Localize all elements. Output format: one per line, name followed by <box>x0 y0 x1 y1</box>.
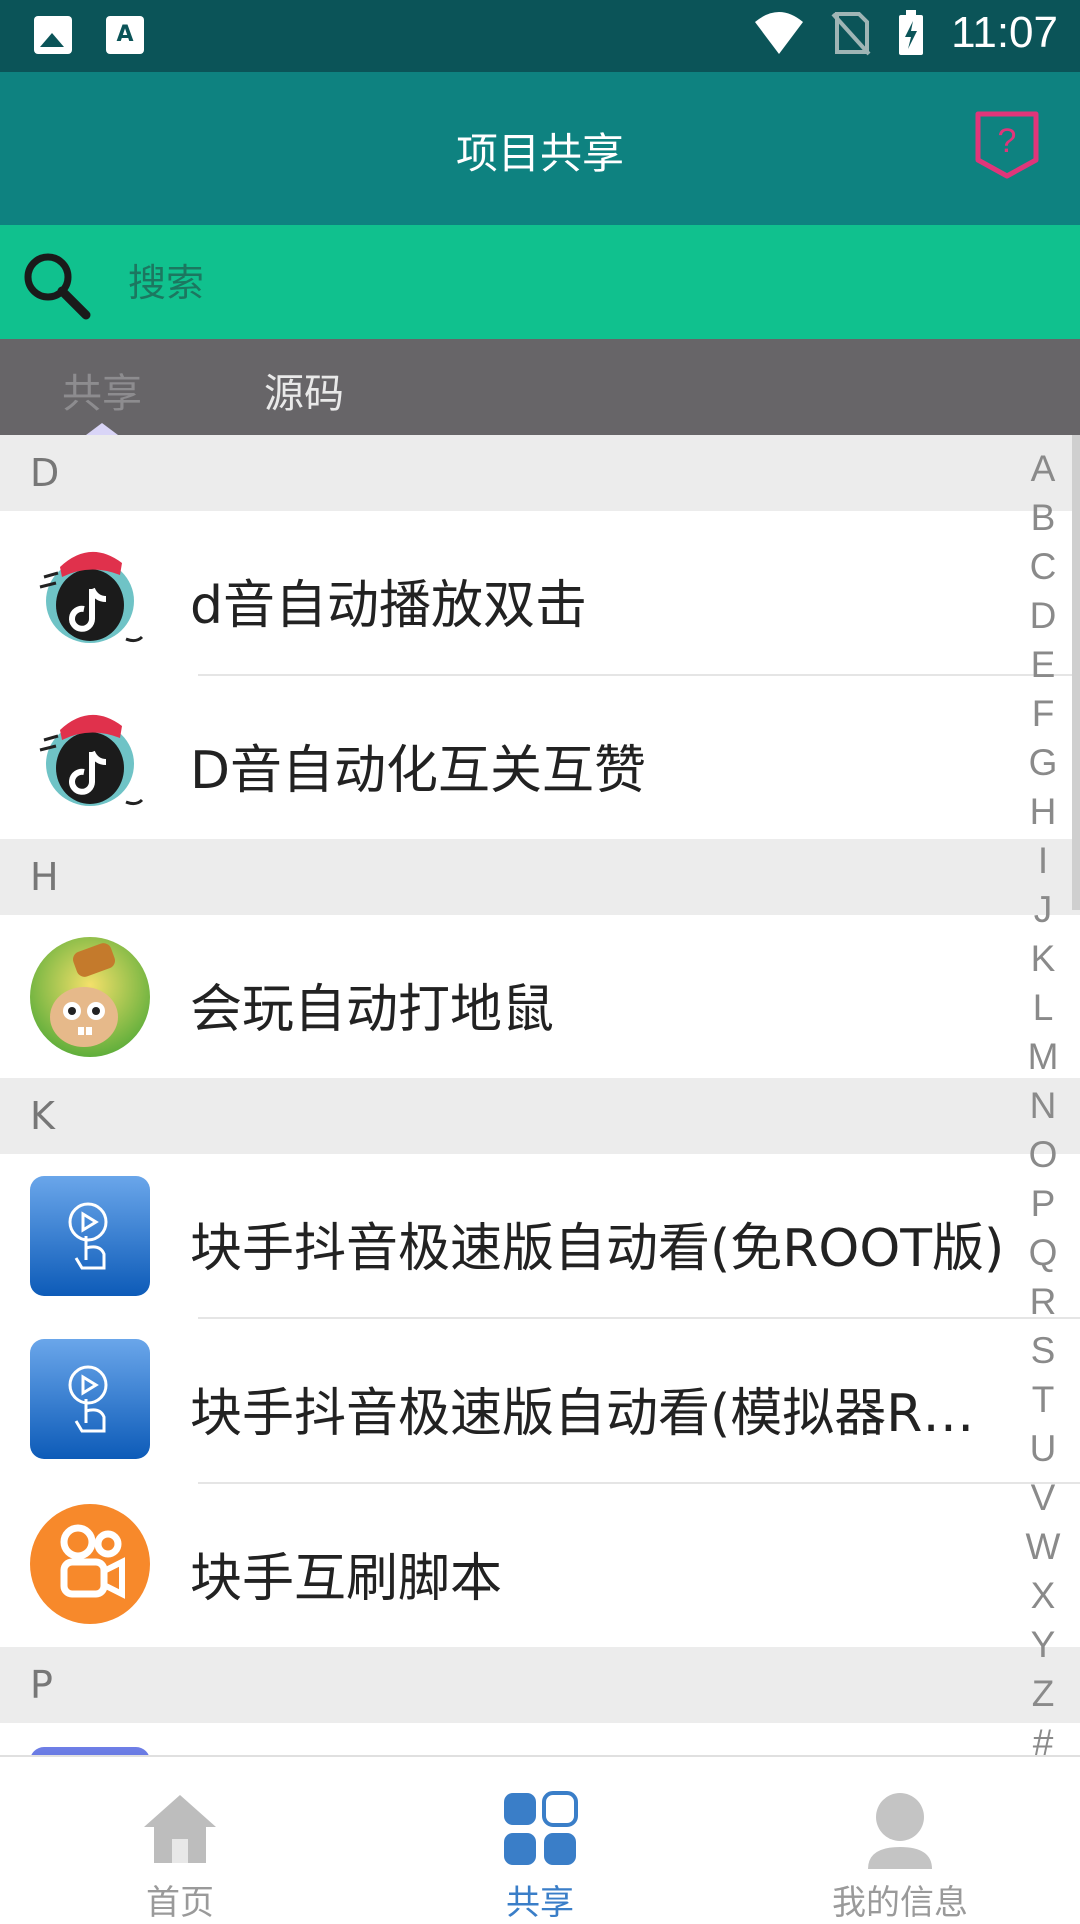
item-label: 会玩自动打地鼠 <box>190 980 555 1040</box>
index-letter-p[interactable]: P <box>1020 1183 1066 1225</box>
svg-text:?: ? <box>998 122 1017 160</box>
bottom-navigation: 首页 共享 我的信息 <box>0 1755 1080 1923</box>
index-letter-n[interactable]: N <box>1020 1085 1066 1127</box>
item-label: d音自动播放双击 <box>190 576 588 636</box>
index-letter-o[interactable]: O <box>1020 1134 1066 1176</box>
index-letter-c[interactable]: C <box>1020 546 1066 588</box>
index-letter-l[interactable]: L <box>1020 987 1066 1029</box>
list-item[interactable] <box>0 1723 1080 1755</box>
tab-bar: 共享 源码 <box>0 339 1080 435</box>
section-header-h: H <box>0 839 1080 915</box>
image-notification-icon <box>34 16 72 54</box>
index-letter-r[interactable]: R <box>1020 1281 1066 1323</box>
index-letter-f[interactable]: F <box>1020 693 1066 735</box>
project-list[interactable]: D d音自动播放双击 D音自动化互关互赞 H 会玩自动打地鼠 K 块手抖音极速版… <box>0 435 1080 1755</box>
nav-label: 我的信息 <box>832 1883 968 1923</box>
no-sim-icon <box>831 12 871 56</box>
home-icon <box>144 1795 216 1863</box>
index-letter-e[interactable]: E <box>1020 644 1066 686</box>
tab-share[interactable]: 共享 <box>62 361 142 419</box>
list-item[interactable]: 块手互刷脚本 <box>0 1484 1080 1647</box>
index-letter-y[interactable]: Y <box>1020 1624 1066 1666</box>
nav-label: 共享 <box>506 1883 574 1923</box>
grid-apps-icon <box>504 1791 578 1865</box>
tap-play-app-icon <box>30 1176 150 1296</box>
nav-home[interactable]: 首页 <box>0 1757 360 1923</box>
app-bar: 项目共享 ? <box>0 72 1080 225</box>
section-header-k: K <box>0 1078 1080 1154</box>
index-letter-q[interactable]: Q <box>1020 1232 1066 1274</box>
tiktok-mascot-icon <box>39 551 144 643</box>
index-letter-v[interactable]: V <box>1020 1477 1066 1519</box>
item-label: 块手抖音极速版自动看(免ROOT版) <box>190 1219 1005 1279</box>
item-label: 块手互刷脚本 <box>190 1549 503 1609</box>
index-letter-g[interactable]: G <box>1020 742 1066 784</box>
section-header-d: D <box>0 435 1080 511</box>
clock: 11:07 <box>951 8 1058 57</box>
scrollbar[interactable] <box>1072 435 1080 910</box>
search-bar <box>0 225 1080 339</box>
help-icon[interactable]: ? <box>974 108 1040 180</box>
index-letter-t[interactable]: T <box>1020 1379 1066 1421</box>
list-item[interactable]: d音自动播放双击 <box>0 511 1080 674</box>
index-letter-w[interactable]: W <box>1020 1526 1066 1568</box>
item-label: D音自动化互关互赞 <box>190 741 647 801</box>
nav-my-info[interactable]: 我的信息 <box>720 1757 1080 1923</box>
index-letter-m[interactable]: M <box>1020 1036 1066 1078</box>
index-letter-z[interactable]: Z <box>1020 1673 1066 1715</box>
status-bar: A 11:07 <box>0 0 1080 72</box>
section-header-p: P <box>0 1647 1080 1723</box>
nav-label: 首页 <box>146 1883 214 1923</box>
index-letter-b[interactable]: B <box>1020 497 1066 539</box>
search-icon[interactable] <box>18 247 94 323</box>
index-letter-u[interactable]: U <box>1020 1428 1066 1470</box>
tap-play-app-icon <box>30 1339 150 1459</box>
index-letter-s[interactable]: S <box>1020 1330 1066 1372</box>
list-item[interactable]: 会玩自动打地鼠 <box>0 915 1080 1078</box>
alphabet-index[interactable]: A B C D E F G H I J K L M N O P Q R S T … <box>1020 448 1066 1763</box>
list-item[interactable]: D音自动化互关互赞 <box>0 676 1080 839</box>
list-item[interactable]: 块手抖音极速版自动看(免ROOT版) <box>0 1154 1080 1317</box>
search-input[interactable] <box>126 247 1030 319</box>
index-letter-x[interactable]: X <box>1020 1575 1066 1617</box>
index-letter-a[interactable]: A <box>1020 448 1066 490</box>
index-letter-k[interactable]: K <box>1020 938 1066 980</box>
user-icon <box>868 1793 932 1869</box>
index-letter-d[interactable]: D <box>1020 595 1066 637</box>
whack-a-mole-game-icon <box>30 937 150 1057</box>
index-letter-i[interactable]: I <box>1020 840 1066 882</box>
nav-share[interactable]: 共享 <box>360 1757 720 1923</box>
tab-source-code[interactable]: 源码 <box>264 361 344 419</box>
app-icon <box>30 1747 150 1755</box>
tab-indicator <box>86 423 118 435</box>
index-letter-j[interactable]: J <box>1020 889 1066 931</box>
kuaishou-logo-icon <box>30 1504 150 1624</box>
tiktok-mascot-icon <box>39 714 144 806</box>
page-title: 项目共享 <box>455 129 624 178</box>
wifi-icon <box>755 12 804 54</box>
index-letter-h[interactable]: H <box>1020 791 1066 833</box>
keyboard-notification-icon: A <box>106 16 144 54</box>
list-item[interactable]: 块手抖音极速版自动看(模拟器RO… <box>0 1319 1080 1482</box>
item-label: 块手抖音极速版自动看(模拟器RO… <box>190 1384 1015 1444</box>
battery-charging-icon <box>899 10 924 55</box>
